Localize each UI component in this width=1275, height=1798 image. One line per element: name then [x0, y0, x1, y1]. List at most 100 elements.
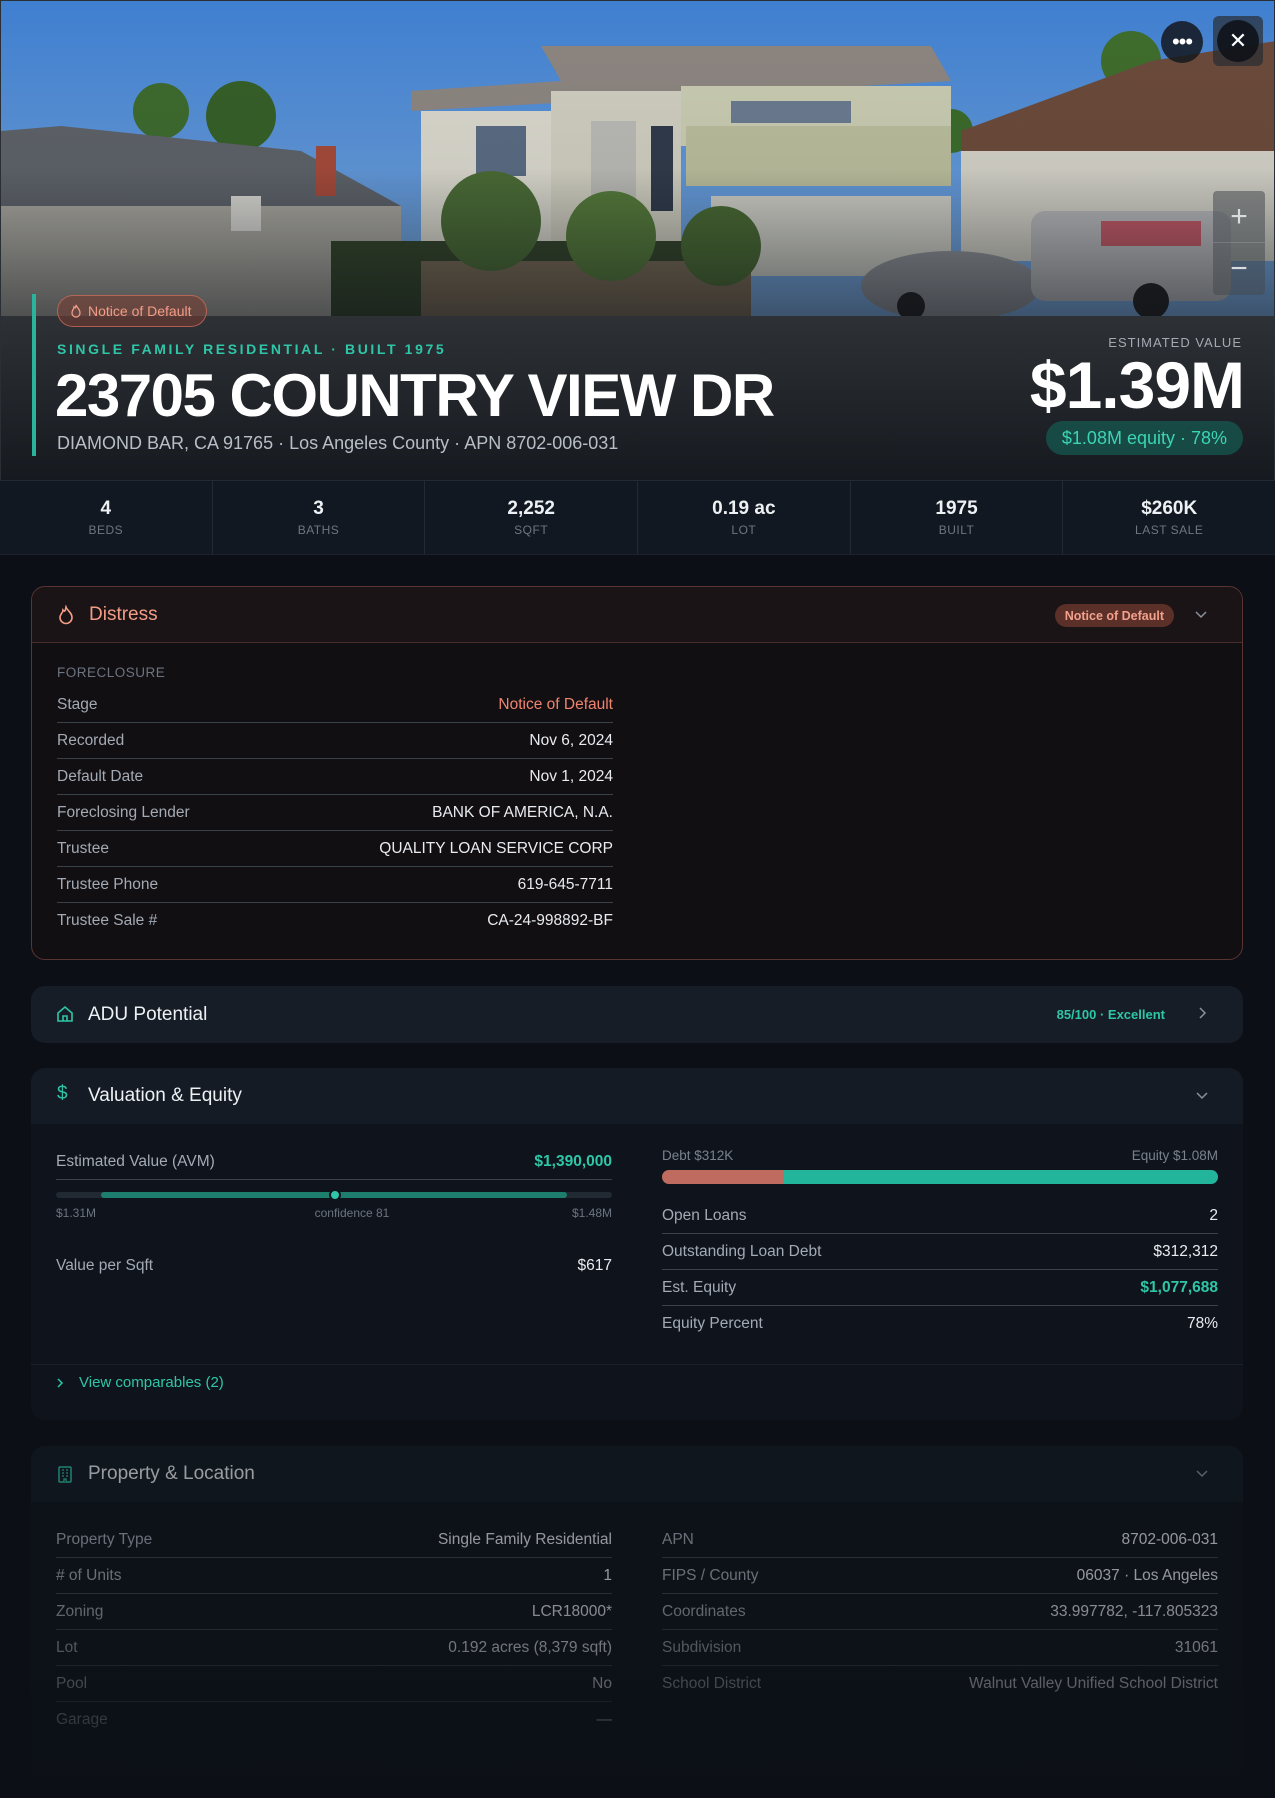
- chevron-down-icon[interactable]: [1194, 607, 1208, 621]
- stat-baths: 3 BATHS: [213, 481, 426, 554]
- property-row: # of Units 1: [56, 1558, 612, 1594]
- row-value: Nov 1, 2024: [529, 767, 613, 785]
- flame-icon: [71, 304, 81, 318]
- equity-row: Equity Percent 78%: [662, 1306, 1218, 1342]
- equity-segment: [784, 1170, 1218, 1184]
- property-row: FIPS / County 06037 · Los Angeles: [662, 1558, 1218, 1594]
- property-row: Subdivision 31061: [662, 1630, 1218, 1666]
- stat-label: BEDS: [88, 523, 124, 537]
- property-title: Property & Location: [88, 1463, 255, 1484]
- chevron-down-icon[interactable]: [1195, 1088, 1209, 1102]
- title-accent-bar: [32, 294, 36, 456]
- close-button[interactable]: ✕: [1213, 16, 1263, 66]
- row-value: 2: [1209, 1206, 1218, 1224]
- row-key: Zoning: [56, 1602, 104, 1620]
- stat-built: 1975 BUILT: [851, 481, 1064, 554]
- view-comparables-link[interactable]: View comparables (2): [55, 1374, 224, 1391]
- row-key: Subdivision: [662, 1638, 742, 1656]
- row-key: Trustee: [57, 839, 109, 857]
- property-row: Coordinates 33.997782, -117.805323: [662, 1594, 1218, 1630]
- row-key: Default Date: [57, 767, 144, 785]
- estimated-value: $1.39M: [1029, 348, 1245, 422]
- equity-chip: $1.08M equity · 78%: [1045, 421, 1243, 455]
- distress-title: Distress: [89, 603, 158, 625]
- property-row: School District Walnut Valley Unified Sch…: [662, 1666, 1218, 1702]
- adu-title: ADU Potential: [88, 1003, 208, 1025]
- row-value: 33.997782, -117.805323: [1050, 1602, 1218, 1620]
- equity-row: Est. Equity $1,077,688: [662, 1270, 1218, 1306]
- property-card-header[interactable]: Property & Location: [31, 1446, 1243, 1502]
- row-value: 78%: [1186, 1315, 1218, 1332]
- row-key: Est. Equity: [662, 1278, 737, 1296]
- zoom-controls: + −: [1213, 191, 1265, 295]
- zoom-in-button[interactable]: +: [1213, 191, 1265, 243]
- stat-sqft: 2,252 SQFT: [425, 481, 639, 554]
- property-row: Lot 0.192 acres (8,379 sqft): [56, 1630, 612, 1666]
- property-address-line: DIAMOND BAR, CA 91765 · Los Angeles Coun…: [57, 433, 619, 453]
- per-sqft-value: $617: [577, 1257, 612, 1274]
- row-value: 06037 · Los Angeles: [1076, 1566, 1218, 1584]
- property-location-card: Property & Location Property Type Single …: [31, 1446, 1243, 1786]
- valuation-title: Valuation & Equity: [88, 1085, 242, 1106]
- foreclosure-row: Trustee QUALITY LOAN SERVICE CORP: [57, 831, 613, 867]
- row-value: $312,312: [1153, 1242, 1218, 1260]
- debt-equity-bar: [662, 1170, 1218, 1184]
- row-key: Outstanding Loan Debt: [662, 1242, 822, 1260]
- row-value: 1: [603, 1566, 612, 1584]
- status-chip-label: Notice of Default: [88, 303, 192, 319]
- row-key: Lot: [56, 1638, 78, 1656]
- row-value: 619-645-7711: [517, 875, 613, 893]
- stat-label: LAST SALE: [1135, 523, 1204, 537]
- value-per-sqft-row: Value per Sqft $617: [56, 1248, 612, 1284]
- row-value: 31061: [1174, 1638, 1218, 1656]
- building-icon: [58, 1466, 72, 1483]
- plus-icon: +: [1230, 199, 1248, 233]
- row-value: 8702-006-031: [1121, 1530, 1218, 1548]
- row-value: Single Family Residential: [437, 1530, 612, 1548]
- row-value: 0.192 acres (8,379 sqft): [448, 1638, 612, 1656]
- minus-icon: −: [1230, 252, 1248, 285]
- valuation-card-header[interactable]: $ Valuation & Equity: [31, 1068, 1243, 1124]
- stat-label: BATHS: [297, 523, 340, 537]
- chevron-right-icon[interactable]: [1195, 1006, 1209, 1020]
- foreclosure-row: Trustee Phone 619-645-7711: [57, 867, 613, 903]
- flame-icon: [59, 605, 73, 625]
- stat-value: 0.19 ac: [712, 498, 776, 519]
- range-high: $1.48M: [571, 1206, 612, 1220]
- stat-label: LOT: [731, 523, 757, 537]
- zoom-out-button[interactable]: −: [1213, 243, 1265, 295]
- row-value: Notice of Default: [498, 695, 613, 713]
- range-low: $1.31M: [56, 1206, 97, 1220]
- foreclosure-section-label: FORECLOSURE: [57, 665, 166, 680]
- card-divider: [31, 1364, 1243, 1365]
- view-comparables-label: View comparables (2): [79, 1374, 224, 1391]
- valuation-equity-card: $ Valuation & Equity Estimated Value (AV…: [31, 1068, 1243, 1420]
- status-chip: Notice of Default: [57, 295, 207, 327]
- row-value: —: [596, 1711, 613, 1728]
- adu-card-header[interactable]: ADU Potential 85/100 · Excellent: [31, 986, 1243, 1043]
- confidence-label: confidence 81: [314, 1206, 390, 1220]
- property-detail-page: ••• ✕ + − Notice of Default SINGLE FAMIL…: [0, 0, 1275, 1798]
- stat-label: SQFT: [514, 523, 549, 537]
- per-sqft-label: Value per Sqft: [56, 1257, 154, 1274]
- distress-card-header[interactable]: Distress Notice of Default: [32, 587, 1242, 643]
- chevron-down-icon[interactable]: [1195, 1466, 1209, 1480]
- stat-value: 4: [100, 498, 112, 519]
- more-options-button[interactable]: •••: [1161, 21, 1203, 63]
- row-key: Recorded: [57, 731, 125, 749]
- adu-score-badge: 85/100 · Excellent: [1056, 1007, 1165, 1022]
- property-row: Pool No: [56, 1666, 612, 1702]
- row-value: QUALITY LOAN SERVICE CORP: [379, 839, 613, 857]
- row-key: Foreclosing Lender: [57, 803, 190, 821]
- row-value: Nov 6, 2024: [529, 731, 613, 749]
- property-row: Zoning LCR18000*: [56, 1594, 612, 1630]
- row-key: FIPS / County: [662, 1566, 759, 1584]
- close-icon: ✕: [1228, 28, 1248, 53]
- equity-label: Equity $1.08M: [1131, 1148, 1218, 1163]
- equity-row: Open Loans 2: [662, 1198, 1218, 1234]
- row-value: LCR18000*: [531, 1602, 612, 1620]
- more-icon: •••: [1171, 29, 1193, 54]
- adu-potential-card[interactable]: ADU Potential 85/100 · Excellent: [31, 986, 1243, 1043]
- confidence-marker: [329, 1189, 341, 1201]
- stat-beds: 4 BEDS: [0, 481, 213, 554]
